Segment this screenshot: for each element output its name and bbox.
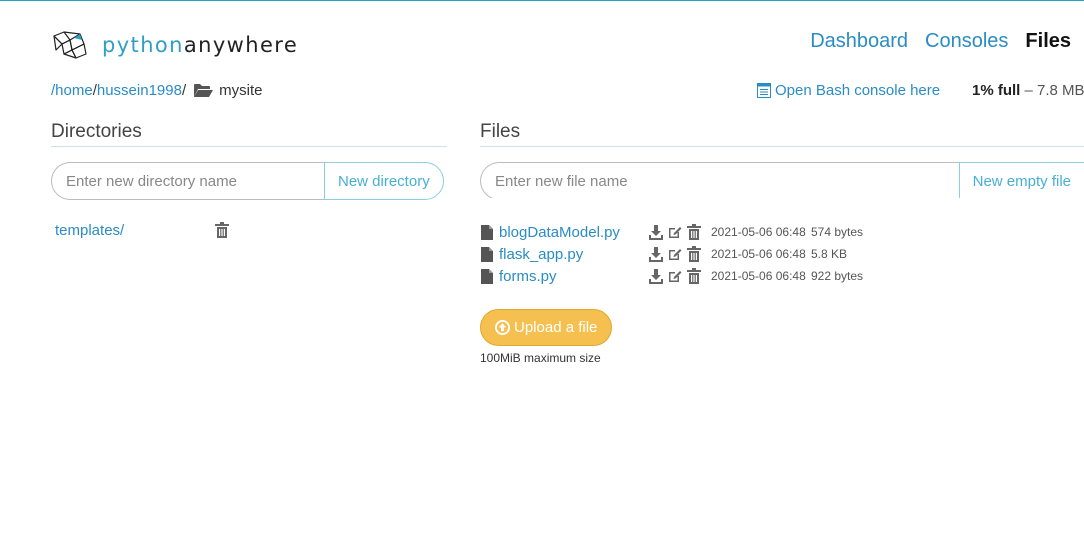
file-row: forms.py 2021-05-06 06:48 922 bytes bbox=[481, 265, 863, 287]
file-icon bbox=[481, 268, 494, 284]
folder-open-icon bbox=[194, 83, 214, 98]
breadcrumb-current: mysite bbox=[219, 82, 263, 99]
new-empty-file-button[interactable]: New empty file bbox=[958, 162, 1084, 198]
trash-icon[interactable] bbox=[687, 246, 701, 262]
top-nav: Dashboard Consoles Files bbox=[793, 30, 1071, 53]
directories-divider bbox=[51, 146, 447, 147]
files-title: Files bbox=[480, 121, 521, 142]
download-icon[interactable] bbox=[649, 268, 663, 284]
file-icon bbox=[481, 224, 494, 240]
upload-circle-icon bbox=[495, 320, 510, 335]
breadcrumb: /home / hussein1998/ mysite bbox=[51, 82, 262, 99]
usage-amount: 7.8 MB bbox=[1037, 82, 1084, 99]
disk-usage: 1% full – 7.8 MB bbox=[972, 82, 1084, 99]
trash-icon[interactable] bbox=[687, 224, 701, 240]
edit-icon[interactable] bbox=[668, 247, 682, 261]
top-accent-line bbox=[0, 0, 1084, 1]
file-modified-date: 2021-05-06 06:48 bbox=[711, 225, 806, 239]
nav-consoles[interactable]: Consoles bbox=[925, 30, 1008, 53]
open-bash-console-link[interactable]: Open Bash console here bbox=[757, 82, 940, 99]
open-bash-console-label: Open Bash console here bbox=[775, 82, 941, 99]
file-icon bbox=[481, 246, 494, 262]
new-directory-input[interactable] bbox=[51, 162, 324, 200]
new-file-form: New empty file bbox=[480, 162, 1084, 198]
upload-file-button[interactable]: Upload a file bbox=[480, 309, 613, 346]
file-modified-date: 2021-05-06 06:48 bbox=[711, 269, 806, 283]
trash-icon[interactable] bbox=[687, 268, 701, 284]
download-icon[interactable] bbox=[649, 224, 663, 240]
edit-icon[interactable] bbox=[668, 269, 682, 283]
nav-dashboard[interactable]: Dashboard bbox=[810, 30, 908, 53]
file-size: 5.8 KB bbox=[811, 247, 848, 261]
files-divider bbox=[480, 146, 1084, 147]
upload-max-size: 100MiB maximum size bbox=[480, 351, 601, 365]
download-icon[interactable] bbox=[649, 246, 663, 262]
brand-name: pythonanywhere bbox=[102, 32, 299, 57]
breadcrumb-home[interactable]: /home bbox=[51, 82, 93, 99]
edit-icon[interactable] bbox=[668, 225, 682, 239]
logo[interactable]: pythonanywhere bbox=[50, 28, 298, 62]
upload-file-label: Upload a file bbox=[514, 319, 598, 336]
trash-icon[interactable] bbox=[215, 222, 229, 243]
brand-anywhere: anywhere bbox=[183, 32, 299, 57]
new-file-input[interactable] bbox=[480, 162, 959, 198]
file-link[interactable]: blogDataModel.py bbox=[499, 224, 620, 241]
console-icon bbox=[757, 83, 771, 98]
nav-files[interactable]: Files bbox=[1025, 30, 1071, 53]
file-row: blogDataModel.py 2021-05-06 06:48 574 by… bbox=[481, 221, 863, 243]
file-size: 574 bytes bbox=[811, 225, 864, 239]
new-directory-button[interactable]: New directory bbox=[324, 162, 444, 200]
file-modified-date: 2021-05-06 06:48 bbox=[711, 247, 806, 261]
usage-percent: 1% full bbox=[972, 82, 1021, 99]
file-link[interactable]: forms.py bbox=[499, 268, 557, 285]
usage-dash: – bbox=[1024, 82, 1033, 99]
breadcrumb-user[interactable]: hussein1998 bbox=[97, 82, 182, 99]
directory-row: templates/ bbox=[55, 222, 235, 239]
pythonanywhere-logo-icon bbox=[53, 31, 87, 59]
new-directory-form: New directory bbox=[51, 162, 444, 200]
directories-title: Directories bbox=[51, 121, 142, 142]
file-link[interactable]: flask_app.py bbox=[499, 246, 583, 263]
brand-python: python bbox=[102, 32, 184, 57]
file-size: 922 bytes bbox=[811, 269, 864, 283]
breadcrumb-separator: / bbox=[181, 82, 187, 99]
file-row: flask_app.py 2021-05-06 06:48 5.8 KB bbox=[481, 243, 847, 265]
directory-link[interactable]: templates/ bbox=[55, 222, 124, 239]
